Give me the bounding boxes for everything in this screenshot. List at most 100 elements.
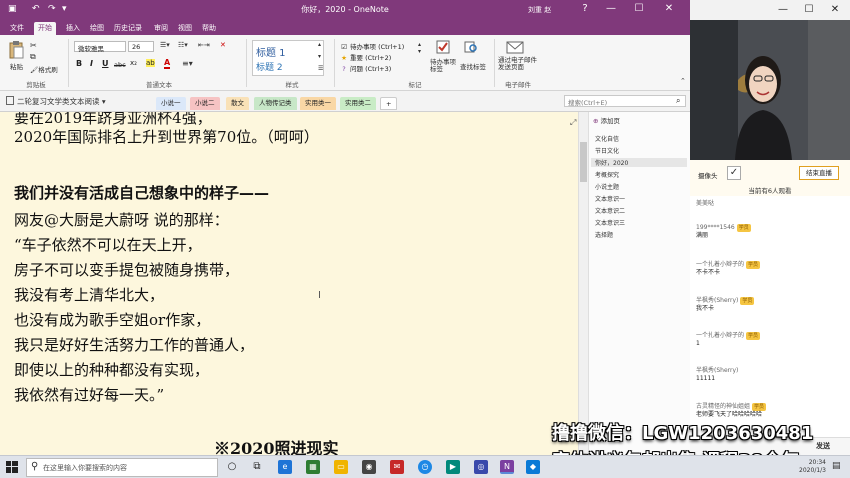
style-heading-2[interactable]: 标题 2 [256, 60, 283, 73]
tab-history[interactable]: 历史记录 [110, 22, 146, 35]
note-canvas[interactable]: 要在2019年跻身亚洲杯4强， 2020年国际排名上升到世界第70位。（呵呵） … [0, 112, 578, 455]
clock-app-icon[interactable]: ◷ [418, 460, 432, 474]
paste-button[interactable]: 粘贴 [10, 61, 23, 71]
tags-gallery-scroll-icon[interactable]: ▴ ▾ [418, 41, 421, 55]
app-icon[interactable]: ▶ [446, 460, 460, 474]
note-line[interactable]: 我依然有过好每一天。” [14, 384, 164, 405]
copy-icon[interactable]: ⧉ [30, 52, 36, 62]
tab-home[interactable]: 开始 [34, 22, 56, 35]
note-line[interactable]: 我只是好好生活努力工作的普通人， [14, 334, 254, 355]
section-tab-xiaoshuo-1[interactable]: 小说一 [156, 97, 186, 110]
font-name-select[interactable]: 微软雅黑 [74, 41, 126, 53]
page-item[interactable]: 考概探究 [595, 170, 619, 179]
windows-start-icon[interactable] [6, 461, 18, 473]
app-icon[interactable]: ◉ [362, 460, 376, 474]
bullets-icon[interactable]: ☰▾ [160, 41, 170, 49]
page-item[interactable]: 文本意识二 [595, 206, 625, 215]
cut-icon[interactable]: ✂ [30, 41, 37, 50]
end-live-button[interactable]: 结束直播 [799, 166, 839, 180]
indent-icon[interactable]: ⇤⇥ [198, 41, 210, 49]
format-painter-button[interactable]: 🖌格式刷 [30, 64, 58, 74]
note-line[interactable]: 2020年国际排名上升到世界第70位。（呵呵） [14, 126, 319, 147]
page-item[interactable]: 选择题 [595, 230, 613, 239]
tab-insert[interactable]: 插入 [62, 22, 84, 35]
onenote-taskbar-icon[interactable]: N [500, 460, 514, 474]
strikethrough-button[interactable]: abc [114, 61, 126, 69]
styles-scroll-up-icon[interactable]: ▴ [318, 41, 321, 48]
styles-scroll-down-icon[interactable]: ▾ [318, 53, 321, 60]
task-view-icon[interactable]: ⧉ [250, 460, 264, 474]
note-line[interactable]: 也没有成为歌手空姐or作家， [14, 309, 210, 330]
cortana-icon[interactable]: ○ [225, 460, 239, 474]
notebook-selector[interactable]: 二轮复习文学类文本阅读 ▾ [6, 96, 106, 107]
store-icon[interactable]: ▦ [306, 460, 320, 474]
styles-more-icon[interactable]: ☰ [318, 65, 323, 72]
find-tags-icon[interactable] [464, 40, 478, 54]
minimize-button[interactable]: — [602, 3, 620, 14]
numbering-icon[interactable]: ☷▾ [178, 41, 188, 49]
underline-button[interactable]: U [102, 59, 109, 68]
section-tab-sanwen[interactable]: 散文 [226, 97, 249, 110]
note-line[interactable]: ※2020照进现实 [214, 435, 339, 455]
add-section-button[interactable]: + [380, 97, 398, 110]
search-input[interactable]: 搜索(Ctrl+E) [564, 95, 686, 107]
system-clock[interactable]: 20:34 2020/1/3 [786, 459, 826, 475]
email-icon[interactable] [506, 40, 524, 54]
send-button[interactable]: 发送 [816, 441, 830, 451]
scrollbar-thumb[interactable] [580, 142, 587, 182]
note-line[interactable]: “车子依然不可以在天上开， [14, 234, 202, 255]
add-page-button[interactable]: ⊕ 添加页 [593, 115, 620, 125]
maximize-button[interactable]: ☐ [630, 3, 648, 14]
font-size-select[interactable]: 26 [128, 41, 154, 52]
edge-icon[interactable]: e [278, 460, 292, 474]
section-tab-xiaoshuo-2[interactable]: 小说二 [190, 97, 220, 110]
styles-gallery[interactable]: 标题 1 标题 2 [252, 40, 324, 76]
app-icon[interactable]: ◎ [474, 460, 488, 474]
app-icon[interactable]: ◆ [526, 460, 540, 474]
align-icon[interactable]: ≡▾ [182, 59, 193, 68]
page-item[interactable]: 节日文化 [595, 146, 619, 155]
help-icon[interactable]: ? [576, 3, 594, 14]
style-heading-1[interactable]: 标题 1 [256, 44, 286, 59]
clear-format-icon[interactable]: ✕ [220, 41, 226, 49]
tab-view[interactable]: 视图 [174, 22, 196, 35]
section-tab-biography[interactable]: 人物传记类 [254, 97, 297, 110]
todo-tag-checkbox-icon[interactable] [436, 40, 450, 54]
vertical-scrollbar[interactable] [578, 112, 588, 455]
note-heading[interactable]: 我们并没有活成自己想象中的样子—— [14, 182, 269, 203]
tab-draw[interactable]: 绘图 [86, 22, 108, 35]
tag-todo[interactable]: ☑ 待办事项 (Ctrl+1) [340, 41, 404, 51]
page-item[interactable]: 小说主题 [595, 182, 619, 191]
italic-button[interactable]: I [90, 59, 93, 68]
maximize-button[interactable]: ☐ [800, 4, 818, 15]
paste-icon[interactable] [8, 41, 24, 59]
signed-in-user[interactable]: 刘重 赵 [528, 5, 551, 15]
tab-help[interactable]: 帮助 [198, 22, 220, 35]
section-tab-practical-2[interactable]: 实用类二 [340, 97, 376, 110]
section-tab-practical-1[interactable]: 实用类一 [300, 97, 336, 110]
find-tags-button[interactable]: 查找标签 [460, 61, 486, 71]
collapse-ribbon-icon[interactable]: ⌃ [680, 77, 686, 85]
note-line[interactable]: 即使以上的种种都没有实现， [14, 359, 209, 380]
expand-page-icon[interactable]: ⤢ [570, 118, 576, 128]
bold-button[interactable]: B [76, 59, 82, 68]
close-button[interactable]: ✕ [660, 3, 678, 14]
file-explorer-icon[interactable]: ▭ [334, 460, 348, 474]
note-line[interactable]: 我没有考上清华北大， [14, 284, 164, 305]
tag-question[interactable]: ? 问题 (Ctrl+3) [340, 63, 391, 73]
note-line[interactable]: 网友@大厨是大蔚呀 说的那样： [14, 209, 229, 230]
minimize-button[interactable]: — [774, 4, 792, 15]
tag-important[interactable]: ★ 重要 (Ctrl+2) [340, 52, 391, 62]
tab-file[interactable]: 文件 [6, 22, 28, 35]
close-button[interactable]: ✕ [826, 4, 844, 15]
app-icon[interactable]: ✉ [390, 460, 404, 474]
search-icon[interactable]: ⌕ [676, 96, 680, 106]
page-item[interactable]: 文化自信 [595, 134, 619, 143]
camera-toggle[interactable]: ✓ [727, 166, 741, 180]
notification-icon[interactable]: ▤ [832, 461, 841, 471]
todo-tag-button[interactable]: 待办事项标签 [430, 59, 458, 73]
note-line[interactable]: 房子不可以变手提包被随身携带， [14, 259, 239, 280]
page-item-selected[interactable]: 你好，2020 [591, 158, 687, 167]
page-item[interactable]: 文本意识一 [595, 194, 625, 203]
highlight-button[interactable]: ab [146, 59, 155, 67]
